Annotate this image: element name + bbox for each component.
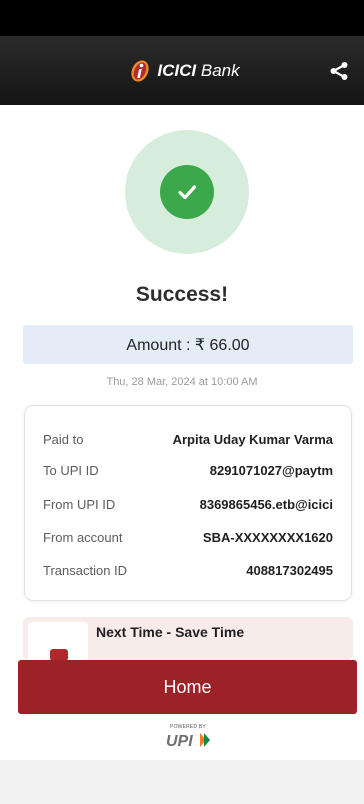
brand-secondary: Bank — [200, 61, 240, 80]
detail-value: 408817302495 — [246, 562, 333, 578]
detail-label: Paid to — [43, 431, 84, 447]
icici-logo: ICICI Bank — [128, 59, 240, 83]
detail-value: 8369865456.etb@icici — [199, 496, 333, 512]
detail-row-from-upi: From UPI ID 8369865456.etb@icici — [43, 494, 333, 514]
upi-powered-by: POWERED BY — [170, 724, 206, 730]
promo-image — [28, 622, 88, 660]
transaction-datetime: Thu, 28 Mar, 2024 at 10:00 AM — [106, 376, 258, 388]
detail-value: SBA-XXXXXXXX1620 — [202, 529, 333, 545]
detail-label: From UPI ID — [43, 496, 116, 512]
detail-value: 8291071027@paytm — [209, 462, 333, 478]
promo-graphic — [50, 649, 68, 660]
check-icon — [178, 185, 197, 200]
upi-badge: POWERED BY UPI — [160, 724, 216, 752]
detail-row-from-account: From account SBA-XXXXXXXX1620 — [43, 527, 333, 547]
detail-label: To UPI ID — [43, 462, 99, 478]
detail-row-to-upi: To UPI ID 8291071027@paytm — [43, 460, 333, 480]
home-button[interactable]: Home — [18, 660, 357, 714]
detail-value: Arpita Uday Kumar Varma — [172, 431, 333, 447]
amount-banner: Amount : ₹ 66.00 — [23, 325, 353, 364]
transaction-details-card: Paid to Arpita Uday Kumar Varma To UPI I… — [24, 405, 352, 601]
promo-text: Next Time - Save Time — [96, 624, 245, 640]
status-bar — [0, 0, 364, 36]
success-badge — [160, 165, 214, 219]
svg-text:UPI: UPI — [166, 733, 193, 749]
share-button[interactable] — [328, 60, 350, 82]
upi-logo-icon: UPI — [166, 733, 210, 749]
icici-logo-icon — [131, 59, 150, 82]
success-indicator — [125, 130, 249, 254]
footer-area — [0, 760, 364, 804]
share-icon — [330, 62, 348, 80]
detail-row-paid-to: Paid to Arpita Uday Kumar Varma — [43, 429, 333, 449]
detail-label: Transaction ID — [43, 562, 128, 578]
detail-row-transaction-id: Transaction ID 408817302495 — [43, 560, 333, 580]
status-title: Success! — [135, 283, 229, 306]
brand-primary: ICICI — [157, 61, 197, 80]
brand-name: ICICI Bank — [157, 62, 239, 79]
promo-banner[interactable]: Next Time - Save Time — [23, 617, 353, 660]
detail-label: From account — [43, 529, 123, 545]
app-header: ICICI Bank — [0, 36, 364, 105]
